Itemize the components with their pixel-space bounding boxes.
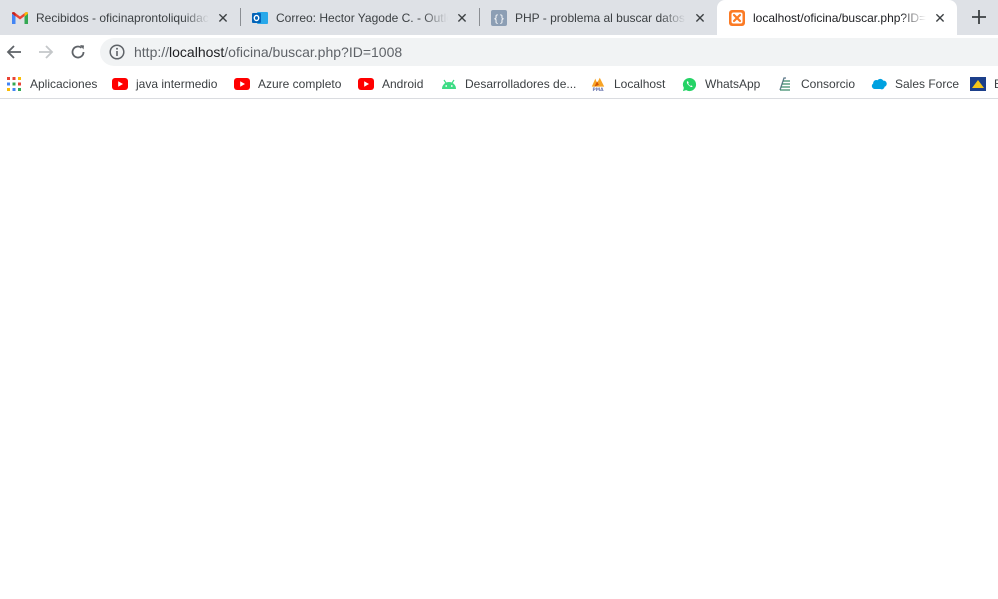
outlook-icon xyxy=(252,10,268,26)
back-button[interactable] xyxy=(0,38,28,66)
stackoverflow-icon: {} xyxy=(491,9,507,26)
close-icon[interactable]: ✕ xyxy=(215,10,231,26)
back-arrow-icon xyxy=(6,45,21,59)
bookmark-localhost[interactable]: PMA Localhost xyxy=(590,75,665,93)
bookmark-consorcio[interactable]: Consorcio xyxy=(777,75,855,93)
page-content xyxy=(0,99,998,599)
bookmark-android[interactable]: Android xyxy=(358,75,423,93)
browser-window: Recibidos - oficinaprontoliquidac ✕ Corr… xyxy=(0,0,998,599)
svg-text:{}: {} xyxy=(493,14,505,25)
tab-localhost[interactable]: localhost/oficina/buscar.php?ID= ✕ xyxy=(717,0,957,35)
bookmark-label: Android xyxy=(382,77,424,91)
salesforce-icon xyxy=(871,76,887,92)
svg-text:PMA: PMA xyxy=(592,87,604,92)
consorcio-icon xyxy=(777,76,793,92)
tab-title: localhost/oficina/buscar.php?ID= xyxy=(753,10,926,25)
url-text[interactable]: http://localhost/oficina/buscar.php?ID=1… xyxy=(134,44,402,60)
forward-arrow-icon xyxy=(39,45,54,59)
xampp-icon xyxy=(729,9,745,26)
bookmark-label: Azure completo xyxy=(258,77,342,91)
android-icon xyxy=(441,76,457,92)
reload-icon xyxy=(71,45,85,59)
close-icon[interactable]: ✕ xyxy=(692,10,708,26)
bookmark-label: Desarrolladores de... xyxy=(465,77,577,91)
bookmark-aplicaciones[interactable]: Aplicaciones xyxy=(6,75,97,93)
url-path: /oficina/buscar.php?ID=1008 xyxy=(224,44,403,60)
bookmark-label: Aplicaciones xyxy=(30,77,98,91)
youtube-icon xyxy=(112,76,128,92)
bookmarks-bar: Aplicaciones java intermedio Azure compl… xyxy=(0,70,998,99)
pma-icon: PMA xyxy=(590,76,606,92)
bookmark-java-intermedio[interactable]: java intermedio xyxy=(112,75,217,93)
tab-gmail[interactable]: Recibidos - oficinaprontoliquidac ✕ xyxy=(0,0,240,35)
plus-icon xyxy=(972,10,986,24)
close-icon[interactable]: ✕ xyxy=(454,10,470,26)
info-icon[interactable] xyxy=(109,44,125,60)
gmail-icon xyxy=(12,10,28,26)
bookmark-whatsapp[interactable]: WhatsApp xyxy=(681,75,760,93)
tab-strip: Recibidos - oficinaprontoliquidac ✕ Corr… xyxy=(0,0,998,35)
tab-outlook[interactable]: Correo: Hector Yagode C. - Outlo ✕ xyxy=(240,0,479,35)
bookmark-label: java intermedio xyxy=(136,77,218,91)
bookmark-label: WhatsApp xyxy=(705,77,761,91)
new-tab-button[interactable] xyxy=(966,4,992,30)
bookmark-azure-completo[interactable]: Azure completo xyxy=(234,75,341,93)
bookmark-label: E xyxy=(994,77,998,91)
youtube-icon xyxy=(358,76,374,92)
address-bar[interactable]: http://localhost/oficina/buscar.php?ID=1… xyxy=(100,38,998,66)
youtube-icon xyxy=(234,76,250,92)
tab-title: Recibidos - oficinaprontoliquidac xyxy=(36,10,209,25)
url-host: localhost xyxy=(169,44,225,60)
bookmark-icon xyxy=(970,76,986,92)
forward-button[interactable] xyxy=(32,38,60,66)
tab-title: PHP - problema al buscar datos xyxy=(515,10,685,25)
bookmark-label: Consorcio xyxy=(801,77,856,91)
reload-button[interactable] xyxy=(64,38,92,66)
apps-grid-icon xyxy=(6,76,22,92)
bookmark-label: Sales Force xyxy=(895,77,960,91)
tab-php-question[interactable]: {} PHP - problema al buscar datos ✕ xyxy=(479,0,717,35)
whatsapp-icon xyxy=(681,76,697,92)
bookmark-desarrolladores[interactable]: Desarrolladores de... xyxy=(441,75,576,93)
close-icon[interactable]: ✕ xyxy=(932,10,948,26)
bookmark-label: Localhost xyxy=(614,77,666,91)
tab-title: Correo: Hector Yagode C. - Outlo xyxy=(276,10,448,25)
toolbar: http://localhost/oficina/buscar.php?ID=1… xyxy=(0,35,998,70)
bookmark-sales-force[interactable]: Sales Force xyxy=(871,75,959,93)
url-scheme: http:// xyxy=(134,44,170,60)
bookmark-e[interactable]: E xyxy=(970,75,998,93)
